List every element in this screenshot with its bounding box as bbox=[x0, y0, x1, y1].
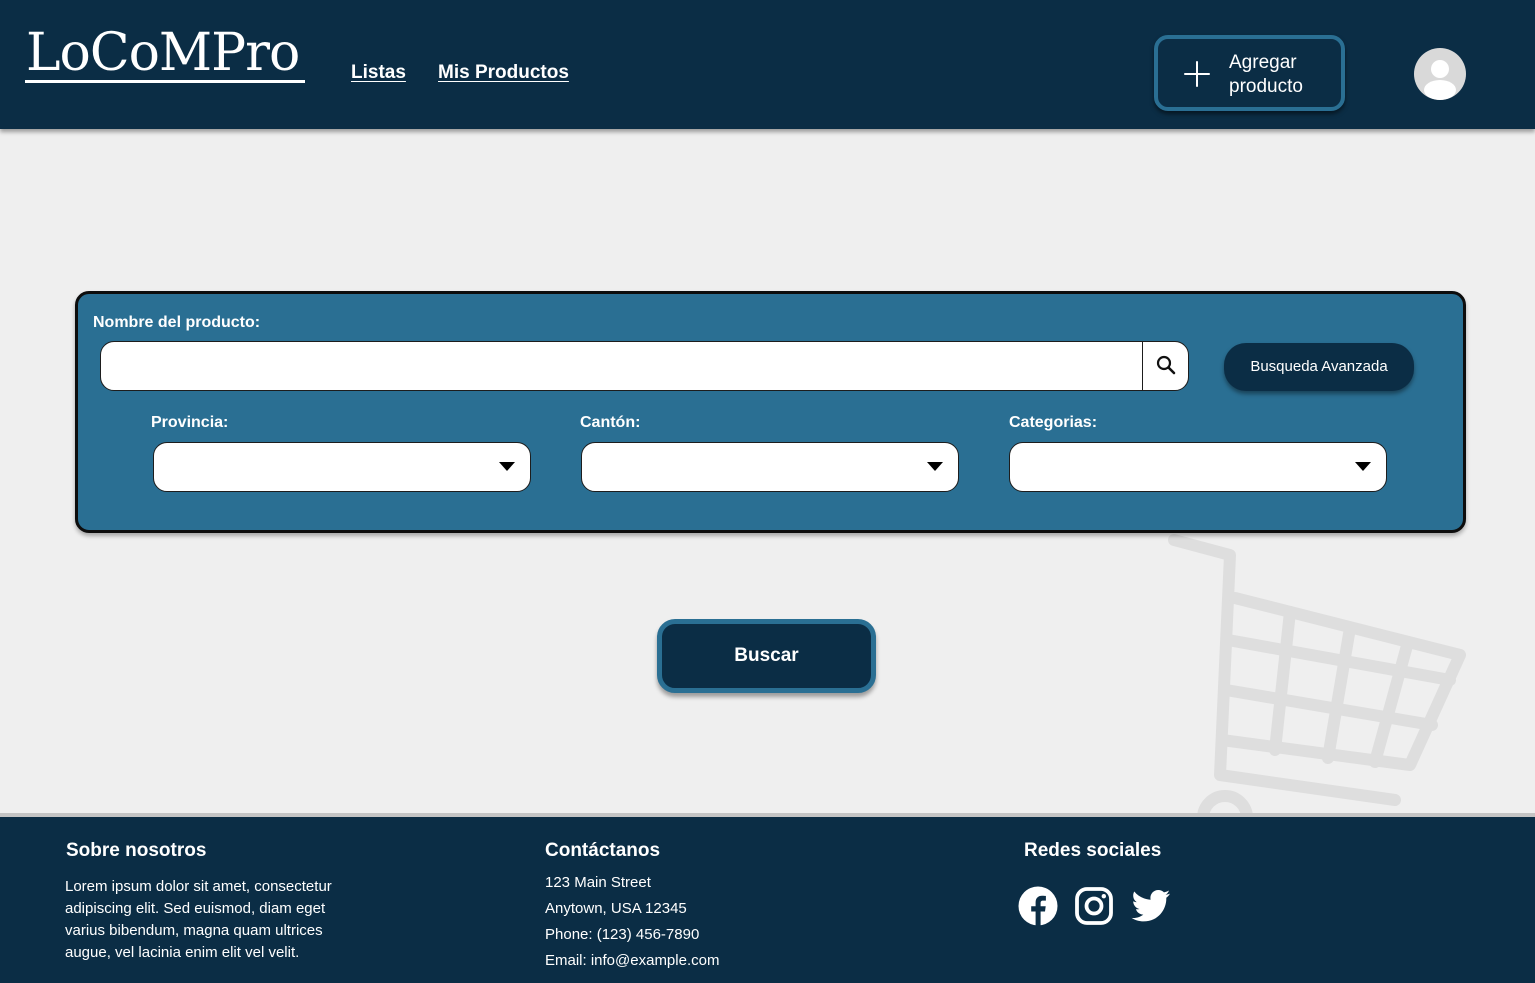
contact-phone: Phone: (123) 456-7890 bbox=[545, 926, 700, 943]
twitter-icon[interactable] bbox=[1130, 885, 1172, 927]
caret-down-icon bbox=[927, 462, 943, 471]
contact-info: 123 Main Street Anytown, USA 12345 Phone… bbox=[545, 870, 719, 974]
instagram-icon[interactable] bbox=[1073, 885, 1115, 927]
product-search-box bbox=[100, 341, 1189, 391]
add-product-button[interactable]: Agregar producto bbox=[1154, 35, 1345, 111]
caret-down-icon bbox=[1355, 462, 1371, 471]
product-name-label: Nombre del producto: bbox=[93, 314, 261, 331]
site-footer: Sobre nosotros Lorem ipsum dolor sit ame… bbox=[0, 817, 1535, 983]
canton-label: Cantón: bbox=[580, 414, 641, 431]
plus-icon bbox=[1182, 59, 1212, 89]
contact-heading: Contáctanos bbox=[545, 840, 661, 861]
categorias-label: Categorias: bbox=[1009, 414, 1098, 431]
canton-select[interactable] bbox=[581, 442, 959, 492]
contact-email[interactable]: Email: info@example.com bbox=[545, 948, 719, 974]
contact-address: 123 Main Street bbox=[545, 874, 651, 891]
facebook-icon[interactable] bbox=[1017, 885, 1059, 927]
nav-link-listas[interactable]: Listas bbox=[351, 62, 406, 84]
about-heading: Sobre nosotros bbox=[66, 840, 207, 861]
contact-city: Anytown, USA 12345 bbox=[545, 900, 687, 917]
search-button[interactable] bbox=[1142, 342, 1188, 390]
about-text: Lorem ipsum dolor sit amet, consectetur … bbox=[65, 878, 332, 961]
provincia-label: Provincia: bbox=[151, 414, 229, 431]
nav-link-mis-productos[interactable]: Mis Productos bbox=[438, 62, 569, 84]
app-logo[interactable]: LoCoMPro bbox=[26, 22, 300, 84]
top-header: LoCoMPro Listas Mis Productos Agregar pr… bbox=[0, 0, 1535, 129]
user-avatar-icon[interactable] bbox=[1414, 48, 1466, 100]
caret-down-icon bbox=[499, 462, 515, 471]
shopping-cart-icon bbox=[1168, 534, 1466, 820]
logo-underline bbox=[25, 80, 305, 83]
product-search-input[interactable] bbox=[101, 342, 1142, 390]
advanced-search-button[interactable]: Busqueda Avanzada bbox=[1224, 343, 1414, 391]
provincia-select[interactable] bbox=[153, 442, 531, 492]
search-icon bbox=[1156, 355, 1176, 375]
categorias-select[interactable] bbox=[1009, 442, 1387, 492]
social-heading: Redes sociales bbox=[1024, 840, 1162, 861]
add-product-label: Agregar producto bbox=[1229, 52, 1303, 97]
buscar-button[interactable]: Buscar bbox=[657, 619, 876, 693]
search-panel: Nombre del producto: Busqueda Avanzada P… bbox=[75, 291, 1466, 533]
